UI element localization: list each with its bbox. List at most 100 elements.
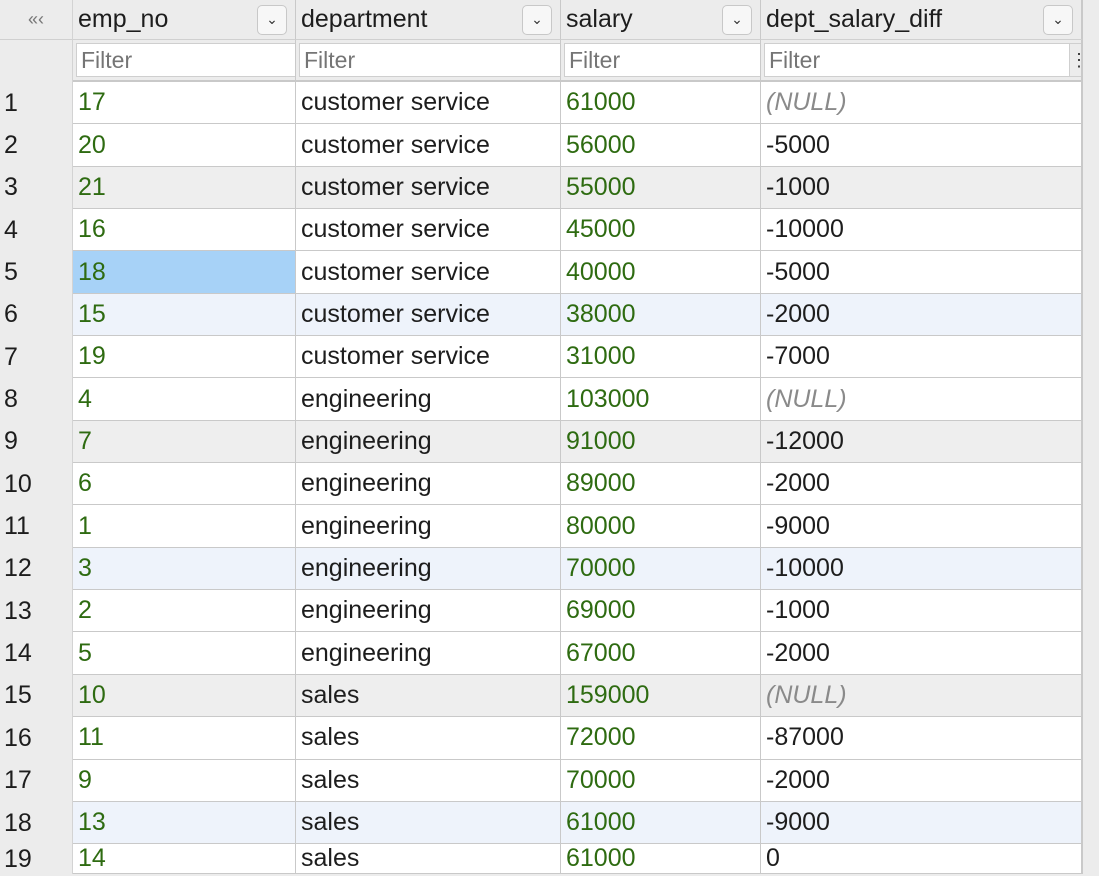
table-row[interactable]: 1 17 customer service 61000 (NULL) (0, 82, 1083, 125)
cell-dept-salary-diff[interactable]: -87000 (761, 717, 1083, 760)
cell-dept-salary-diff[interactable]: -5000 (761, 251, 1083, 294)
cell-department[interactable]: engineering (296, 378, 561, 421)
cell-salary[interactable]: 31000 (561, 336, 761, 379)
cell-salary[interactable]: 69000 (561, 590, 761, 633)
cell-emp-no[interactable]: 14 (73, 844, 296, 875)
cell-salary[interactable]: 89000 (561, 463, 761, 506)
cell-department[interactable]: customer service (296, 124, 561, 167)
filter-input-department[interactable] (299, 43, 560, 77)
cell-department[interactable]: engineering (296, 505, 561, 548)
cell-emp-no[interactable]: 5 (73, 632, 296, 675)
column-header-salary[interactable]: salary ⌄ (561, 0, 761, 40)
filter-input-dept-salary-diff[interactable] (764, 43, 1070, 77)
cell-emp-no[interactable]: 20 (73, 124, 296, 167)
cell-department[interactable]: customer service (296, 166, 561, 210)
cell-emp-no[interactable]: 21 (73, 166, 296, 210)
cell-department[interactable]: sales (296, 674, 561, 718)
collapse-columns-button[interactable]: «‹ (0, 0, 73, 40)
cell-salary[interactable]: 45000 (561, 209, 761, 252)
cell-department[interactable]: customer service (296, 209, 561, 252)
cell-dept-salary-diff[interactable]: (NULL) (761, 674, 1083, 718)
table-row[interactable]: 15 10 sales 159000 (NULL) (0, 674, 1083, 718)
cell-department[interactable]: engineering (296, 547, 561, 591)
filter-input-salary[interactable] (564, 43, 760, 77)
cell-department[interactable]: customer service (296, 336, 561, 379)
cell-dept-salary-diff[interactable]: -2000 (761, 632, 1083, 675)
cell-emp-no[interactable]: 11 (73, 717, 296, 760)
cell-department[interactable]: sales (296, 717, 561, 760)
cell-department[interactable]: customer service (296, 293, 561, 337)
cell-emp-no[interactable]: 7 (73, 420, 296, 464)
cell-department[interactable]: sales (296, 844, 561, 875)
table-row[interactable]: 18 13 sales 61000 -9000 (0, 801, 1083, 845)
cell-department[interactable]: engineering (296, 463, 561, 506)
table-row[interactable]: 12 3 engineering 70000 -10000 (0, 547, 1083, 591)
cell-dept-salary-diff[interactable]: 0 (761, 844, 1083, 875)
cell-salary[interactable]: 61000 (561, 801, 761, 845)
table-row[interactable]: 5 18 customer service 40000 -5000 (0, 251, 1083, 294)
cell-emp-no[interactable]: 15 (73, 293, 296, 337)
cell-salary[interactable]: 55000 (561, 166, 761, 210)
cell-salary[interactable]: 40000 (561, 251, 761, 294)
cell-salary[interactable]: 56000 (561, 124, 761, 167)
chevron-down-icon[interactable]: ⌄ (522, 4, 552, 35)
cell-salary[interactable]: 72000 (561, 717, 761, 760)
cell-dept-salary-diff[interactable]: -9000 (761, 801, 1083, 845)
table-row[interactable]: 4 16 customer service 45000 -10000 (0, 209, 1083, 252)
column-header-department[interactable]: department ⌄ (296, 0, 561, 40)
cell-dept-salary-diff[interactable]: -12000 (761, 420, 1083, 464)
table-row[interactable]: 13 2 engineering 69000 -1000 (0, 590, 1083, 633)
table-row[interactable]: 14 5 engineering 67000 -2000 (0, 632, 1083, 675)
cell-emp-no[interactable]: 4 (73, 378, 296, 421)
cell-department[interactable]: sales (296, 759, 561, 802)
cell-salary[interactable]: 61000 (561, 82, 761, 125)
cell-dept-salary-diff[interactable]: -10000 (761, 209, 1083, 252)
more-options-icon[interactable]: ⋮ (1070, 43, 1081, 77)
cell-dept-salary-diff[interactable]: -7000 (761, 336, 1083, 379)
cell-salary[interactable]: 91000 (561, 420, 761, 464)
cell-emp-no[interactable]: 16 (73, 209, 296, 252)
cell-dept-salary-diff[interactable]: -1000 (761, 166, 1083, 210)
table-row[interactable]: 2 20 customer service 56000 -5000 (0, 124, 1083, 167)
cell-dept-salary-diff[interactable]: -9000 (761, 505, 1083, 548)
chevron-down-icon[interactable]: ⌄ (1043, 4, 1073, 35)
cell-salary[interactable]: 80000 (561, 505, 761, 548)
cell-salary[interactable]: 70000 (561, 759, 761, 802)
cell-salary[interactable]: 70000 (561, 547, 761, 591)
cell-emp-no[interactable]: 17 (73, 82, 296, 125)
cell-dept-salary-diff[interactable]: -10000 (761, 547, 1083, 591)
cell-emp-no[interactable]: 10 (73, 674, 296, 718)
cell-department[interactable]: customer service (296, 251, 561, 294)
cell-dept-salary-diff[interactable]: -2000 (761, 759, 1083, 802)
cell-emp-no[interactable]: 1 (73, 505, 296, 548)
filter-input-emp-no[interactable] (76, 43, 295, 77)
cell-dept-salary-diff[interactable]: -2000 (761, 463, 1083, 506)
table-row[interactable]: 11 1 engineering 80000 -9000 (0, 505, 1083, 548)
cell-dept-salary-diff[interactable]: (NULL) (761, 378, 1083, 421)
cell-salary[interactable]: 61000 (561, 844, 761, 875)
table-row[interactable]: 8 4 engineering 103000 (NULL) (0, 378, 1083, 421)
chevron-down-icon[interactable]: ⌄ (257, 4, 287, 35)
table-row[interactable]: 10 6 engineering 89000 -2000 (0, 463, 1083, 506)
cell-salary[interactable]: 103000 (561, 378, 761, 421)
table-row[interactable]: 7 19 customer service 31000 -7000 (0, 336, 1083, 379)
cell-emp-no[interactable]: 6 (73, 463, 296, 506)
cell-dept-salary-diff[interactable]: -1000 (761, 590, 1083, 633)
cell-dept-salary-diff[interactable]: -2000 (761, 293, 1083, 337)
cell-emp-no[interactable]: 19 (73, 336, 296, 379)
cell-department[interactable]: engineering (296, 632, 561, 675)
cell-salary[interactable]: 38000 (561, 293, 761, 337)
column-header-emp-no[interactable]: emp_no ⌄ (73, 0, 296, 40)
chevron-down-icon[interactable]: ⌄ (722, 4, 752, 35)
table-row[interactable]: 6 15 customer service 38000 -2000 (0, 293, 1083, 337)
cell-dept-salary-diff[interactable]: (NULL) (761, 82, 1083, 125)
cell-emp-no[interactable]: 13 (73, 801, 296, 845)
cell-emp-no[interactable]: 18 (73, 251, 296, 294)
cell-emp-no[interactable]: 9 (73, 759, 296, 802)
table-row[interactable]: 16 11 sales 72000 -87000 (0, 717, 1083, 760)
cell-salary[interactable]: 67000 (561, 632, 761, 675)
cell-dept-salary-diff[interactable]: -5000 (761, 124, 1083, 167)
cell-department[interactable]: customer service (296, 82, 561, 125)
table-row[interactable]: 3 21 customer service 55000 -1000 (0, 166, 1083, 210)
table-row[interactable]: 19 14 sales 61000 0 (0, 844, 1083, 875)
